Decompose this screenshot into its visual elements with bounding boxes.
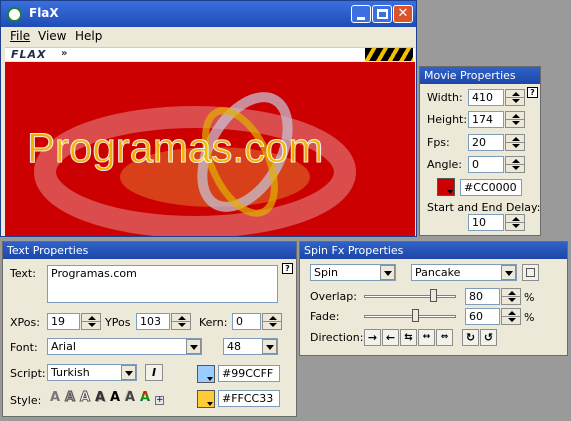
minimize-icon[interactable] bbox=[351, 5, 371, 23]
rotate-clockwise-icon[interactable]: ↻ bbox=[462, 329, 479, 346]
style-label: Style: bbox=[10, 394, 42, 407]
text-input[interactable]: Programas.com bbox=[47, 265, 278, 303]
angle-spinner[interactable] bbox=[505, 156, 525, 173]
close-icon[interactable]: ✕ bbox=[393, 5, 413, 23]
outline-color-swatch[interactable] bbox=[197, 390, 215, 408]
overlap-slider[interactable] bbox=[364, 295, 456, 298]
app-icon bbox=[7, 7, 22, 22]
add-style-icon[interactable]: + bbox=[155, 396, 164, 405]
kern-label: Kern: bbox=[199, 316, 228, 329]
fps-label: Fps: bbox=[427, 136, 450, 149]
menu-help[interactable]: Help bbox=[75, 29, 102, 43]
help-question-icon[interactable]: ? bbox=[282, 263, 293, 274]
delay-spinner[interactable] bbox=[505, 214, 525, 231]
ypos-spinner[interactable] bbox=[171, 313, 191, 330]
overlap-input[interactable]: 80 bbox=[465, 288, 500, 305]
ypos-input[interactable]: 103 bbox=[136, 313, 170, 330]
angle-input[interactable]: 0 bbox=[468, 156, 504, 173]
height-label: Height: bbox=[427, 113, 468, 126]
fade-slider-thumb[interactable] bbox=[412, 309, 419, 322]
menu-view[interactable]: View bbox=[38, 29, 66, 43]
chevron-down-icon[interactable] bbox=[262, 339, 277, 354]
fade-slider[interactable] bbox=[364, 315, 456, 318]
chevron-down-icon[interactable] bbox=[121, 365, 136, 380]
title-bar: FlaX ✕ bbox=[1, 1, 416, 27]
xpos-input[interactable]: 19 bbox=[47, 313, 80, 330]
arrows-out-icon[interactable]: ↔ bbox=[418, 329, 435, 346]
style-emboss-button[interactable]: A bbox=[123, 391, 137, 405]
overlap-spinner[interactable] bbox=[501, 288, 521, 305]
spin-fx-panel: Spin Fx Properties Spin Pancake Overlap:… bbox=[299, 241, 568, 356]
font-label: Font: bbox=[10, 341, 38, 354]
style-hollow-button[interactable]: A bbox=[78, 390, 92, 405]
movie-properties-panel: Movie Properties Width: 410 ? Height: 17… bbox=[419, 66, 541, 236]
text-label: Text: bbox=[10, 267, 36, 280]
ypos-label: YPos bbox=[105, 316, 131, 329]
logo-arrows-icon: » bbox=[61, 48, 68, 59]
xpos-spinner[interactable] bbox=[81, 313, 101, 330]
direction-label: Direction: bbox=[310, 331, 364, 344]
movie-properties-title: Movie Properties bbox=[420, 67, 540, 84]
arrow-left-icon[interactable]: ← bbox=[382, 329, 399, 346]
arrows-in-icon[interactable]: ⇔ bbox=[436, 329, 453, 346]
rotate-counterclockwise-icon[interactable]: ↺ bbox=[480, 329, 497, 346]
delay-label: Start and End Delay: bbox=[427, 201, 541, 214]
text-properties-title: Text Properties bbox=[3, 242, 296, 259]
fade-spinner[interactable] bbox=[501, 308, 521, 325]
arrow-right-icon[interactable]: → bbox=[364, 329, 381, 346]
fade-input[interactable]: 60 bbox=[465, 308, 500, 325]
fade-percent: % bbox=[524, 311, 535, 324]
outline-color-input[interactable]: #FFCC33 bbox=[218, 390, 280, 407]
overlap-slider-thumb[interactable] bbox=[430, 289, 437, 302]
window-title: FlaX bbox=[29, 6, 59, 20]
xpos-label: XPos: bbox=[10, 316, 40, 329]
height-spinner[interactable] bbox=[505, 111, 525, 128]
text-color-input[interactable]: #99CCFF bbox=[218, 365, 280, 382]
width-input[interactable]: 410 bbox=[468, 89, 504, 106]
angle-label: Angle: bbox=[427, 158, 463, 171]
canvas-text: Programas.com bbox=[26, 124, 324, 172]
style-shadow-button[interactable]: A bbox=[93, 391, 107, 405]
overlap-percent: % bbox=[524, 291, 535, 304]
background-color-swatch[interactable] bbox=[437, 178, 455, 196]
film-strip-icon bbox=[365, 48, 413, 61]
width-label: Width: bbox=[427, 91, 463, 104]
height-input[interactable]: 174 bbox=[468, 111, 504, 128]
logo-banner: FLAX » bbox=[5, 47, 415, 61]
kern-input[interactable]: 0 bbox=[232, 313, 261, 330]
italic-button[interactable]: I bbox=[145, 364, 163, 381]
menu-file[interactable]: File bbox=[10, 29, 30, 43]
chevron-down-icon[interactable] bbox=[186, 339, 201, 354]
kern-spinner[interactable] bbox=[262, 313, 282, 330]
fade-label: Fade: bbox=[310, 310, 340, 323]
flax-logo: FLAX bbox=[11, 48, 47, 61]
preset-options-button[interactable] bbox=[522, 264, 539, 281]
spin-fx-title: Spin Fx Properties bbox=[300, 242, 567, 259]
script-label: Script: bbox=[10, 367, 46, 380]
fps-spinner[interactable] bbox=[505, 134, 525, 151]
style-plain-button[interactable]: A bbox=[48, 391, 62, 405]
arrows-cross-icon[interactable]: ⇆ bbox=[400, 329, 417, 346]
chevron-down-icon[interactable] bbox=[380, 265, 395, 280]
maximize-icon[interactable] bbox=[372, 5, 392, 23]
main-window: FlaX ✕ File View Help FLAX » Programas.c… bbox=[0, 0, 417, 237]
delay-input[interactable]: 10 bbox=[468, 214, 504, 231]
style-bold-button[interactable]: A bbox=[108, 391, 122, 405]
menu-bar: File View Help bbox=[1, 27, 416, 46]
font-select[interactable]: Arial bbox=[47, 338, 202, 355]
chevron-down-icon[interactable] bbox=[501, 265, 516, 280]
background-color-input[interactable]: #CC0000 bbox=[460, 179, 522, 196]
style-outline-button[interactable]: A bbox=[63, 390, 77, 405]
overlap-label: Overlap: bbox=[310, 290, 357, 303]
help-question-icon[interactable]: ? bbox=[527, 87, 538, 98]
width-spinner[interactable] bbox=[505, 89, 525, 106]
text-color-swatch[interactable] bbox=[197, 365, 215, 383]
fps-input[interactable]: 20 bbox=[468, 134, 504, 151]
style-gradient-button[interactable]: A bbox=[138, 391, 152, 405]
movie-canvas: Programas.com bbox=[5, 62, 415, 236]
